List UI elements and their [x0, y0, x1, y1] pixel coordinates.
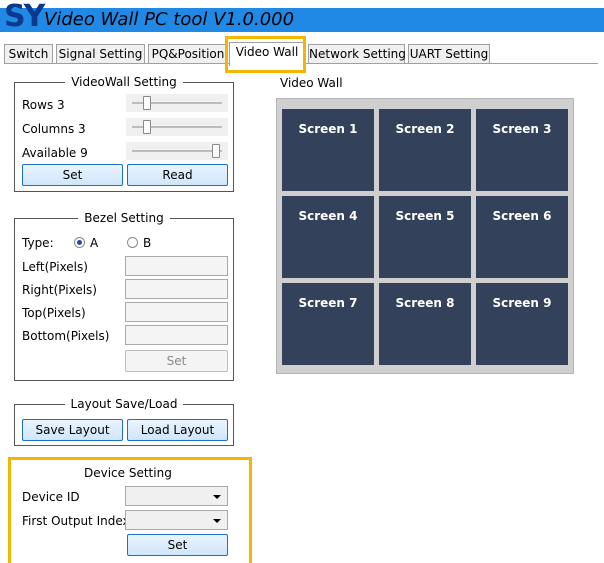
chevron-down-icon — [213, 519, 221, 523]
device-setting-title: Device Setting — [84, 466, 172, 480]
device-id-label: Device ID — [22, 490, 80, 504]
first-output-index-label: First Output Index — [22, 514, 130, 528]
tab-pq-position[interactable]: PQ&Position — [148, 44, 228, 64]
columns-slider-thumb[interactable] — [143, 120, 151, 134]
bezel-right-label: Right(Pixels) — [22, 283, 97, 297]
device-id-dropdown[interactable] — [125, 486, 228, 506]
columns-label: Columns 3 — [22, 122, 86, 136]
columns-slider[interactable] — [126, 118, 228, 136]
app-logo: SY — [4, 0, 45, 34]
load-layout-button[interactable]: Load Layout — [127, 419, 228, 441]
first-output-index-dropdown[interactable] — [125, 510, 228, 530]
videowall-read-button[interactable]: Read — [127, 164, 228, 186]
layout-group-title: Layout Save/Load — [15, 396, 233, 412]
tab-switch[interactable]: Switch — [4, 44, 53, 64]
bezel-bottom-input[interactable] — [125, 325, 228, 345]
available-slider-thumb[interactable] — [212, 144, 220, 158]
bezel-type-b-label: B — [143, 236, 152, 250]
bezel-bottom-label: Bottom(Pixels) — [22, 329, 110, 343]
bezel-top-label: Top(Pixels) — [22, 306, 86, 320]
bezel-top-input[interactable] — [125, 302, 228, 322]
available-label: Available 9 — [22, 146, 88, 160]
app-title: Video Wall PC tool V1.0.000 — [44, 9, 295, 30]
screen-tile-8[interactable]: Screen 8 — [379, 283, 471, 365]
screen-tile-2[interactable]: Screen 2 — [379, 109, 471, 191]
device-set-button[interactable]: Set — [127, 534, 228, 556]
title-bar: SY Video Wall PC tool V1.0.000 — [0, 0, 604, 34]
bezel-type-a-label: A — [90, 236, 99, 250]
bezel-setting-title: Bezel Setting — [15, 210, 233, 226]
video-wall-title: Video Wall — [280, 76, 343, 90]
videowall-setting-title: VideoWall Setting — [15, 74, 233, 90]
tab-signal-setting[interactable]: Signal Setting — [56, 44, 145, 64]
rows-slider[interactable] — [126, 94, 228, 112]
bezel-type-a-radio[interactable] — [74, 237, 85, 248]
bezel-left-input[interactable] — [125, 256, 228, 276]
screen-tile-6[interactable]: Screen 6 — [476, 196, 568, 278]
video-wall-preview: Screen 1 Screen 2 Screen 3 Screen 4 Scre… — [276, 98, 574, 374]
bezel-left-label: Left(Pixels) — [22, 260, 88, 274]
tab-uart-setting[interactable]: UART Setting — [408, 44, 490, 64]
screen-tile-4[interactable]: Screen 4 — [282, 196, 374, 278]
screen-tile-5[interactable]: Screen 5 — [379, 196, 471, 278]
screen-tile-3[interactable]: Screen 3 — [476, 109, 568, 191]
available-slider[interactable] — [126, 142, 228, 160]
bezel-type-b-radio[interactable] — [127, 237, 138, 248]
screen-tile-1[interactable]: Screen 1 — [282, 109, 374, 191]
bezel-set-button[interactable]: Set — [125, 350, 228, 372]
rows-label: Rows 3 — [22, 98, 65, 112]
tab-network-setting[interactable]: Network Setting — [308, 44, 406, 64]
bezel-right-input[interactable] — [125, 279, 228, 299]
screen-tile-9[interactable]: Screen 9 — [476, 283, 568, 365]
available-slider-track — [132, 150, 222, 152]
save-layout-button[interactable]: Save Layout — [22, 419, 123, 441]
videowall-set-button[interactable]: Set — [22, 164, 123, 186]
bezel-type-label: Type: — [22, 236, 54, 250]
screen-tile-7[interactable]: Screen 7 — [282, 283, 374, 365]
tab-highlight-box — [225, 36, 306, 73]
rows-slider-thumb[interactable] — [143, 96, 151, 110]
chevron-down-icon — [213, 495, 221, 499]
